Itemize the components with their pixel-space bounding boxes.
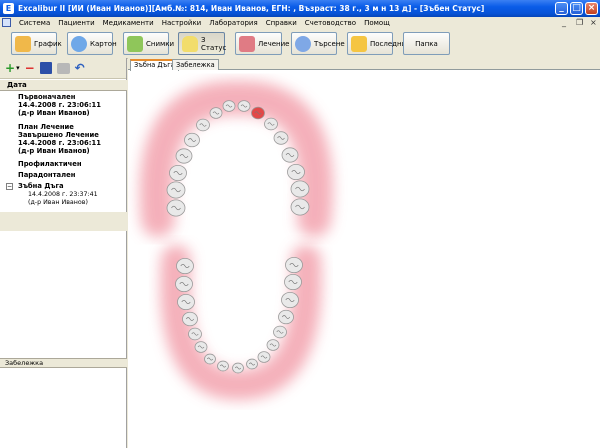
star-icon [351, 35, 367, 52]
minimize-button[interactable]: _ [555, 2, 568, 15]
document-icon[interactable] [2, 18, 11, 27]
add-icon[interactable]: + [5, 62, 15, 74]
chart-card-button[interactable]: Картон [67, 32, 117, 55]
calendar-icon [15, 35, 31, 52]
menu-reports[interactable]: Справки [262, 19, 301, 27]
tab-strip: Зъбна Дъга Забележка [128, 58, 600, 71]
xrays-button-label: Снимки [146, 39, 175, 48]
app-icon: E [3, 3, 14, 14]
maximize-button[interactable]: □ [570, 2, 583, 15]
search-button-label: Търсене [314, 39, 345, 48]
tree-node-initial[interactable]: Първоначален [18, 93, 75, 101]
selected-row-highlight [0, 212, 127, 231]
schedule-button-label: График [34, 39, 62, 48]
recent-button[interactable]: Последни [347, 32, 406, 55]
xray-icon [127, 35, 143, 52]
treatment-button-label: Лечение [258, 39, 290, 48]
search-button[interactable]: Търсене [291, 32, 345, 55]
tree-node-dental-arch-date[interactable]: 14.4.2008 г. 23:37:41 [28, 191, 98, 199]
tree-node-initial-date: 14.4.2008 г. 23:06:11 [18, 101, 101, 109]
folder-button-label: Папка [415, 39, 438, 48]
folder-button[interactable]: Папка [403, 32, 450, 55]
search-icon [295, 35, 311, 52]
mdi-minimize-button[interactable]: _ [562, 18, 566, 27]
tree-header: Дата [0, 80, 127, 91]
chart-card-button-label: Картон [90, 39, 117, 48]
treatment-button[interactable]: Лечение [235, 32, 289, 55]
menu-system[interactable]: Система [15, 19, 54, 27]
tree-node-preventive[interactable]: Профилактичен [18, 160, 82, 168]
save-icon[interactable] [39, 62, 52, 74]
close-button[interactable]: × [585, 2, 598, 15]
tree-node-dental-arch-doctor[interactable]: (д-р Иван Иванов) [28, 199, 88, 207]
tree-collapse-toggle[interactable]: − [6, 183, 13, 190]
tree-node-periodontal[interactable]: Парадонтален [18, 171, 75, 179]
tree-node-initial-doctor: (д-р Иван Иванов) [18, 109, 90, 117]
tree-node-completed[interactable]: Завършено Лечение [18, 131, 99, 139]
patient-icon [71, 35, 87, 52]
mdi-restore-button[interactable]: ❐ [576, 18, 583, 27]
title-bar: E Excalibur II [ИИ (Иван Иванов)][Амб.№:… [0, 0, 600, 17]
tree-node-completed-date: 14.4.2008 г. 23:06:11 [18, 139, 101, 147]
menu-bar: Система Пациенти Медикаменти Настройки Л… [0, 17, 600, 28]
notes-area[interactable] [0, 369, 126, 448]
window-title: Excalibur II [ИИ (Иван Иванов)][Амб.№: 8… [18, 4, 485, 13]
main-area: Зъбна Дъга Забележка [128, 58, 600, 448]
menu-accounting[interactable]: Счетоводство [301, 19, 360, 27]
add-dropdown-icon[interactable]: ▾ [16, 64, 20, 72]
tooth-icon [182, 35, 198, 52]
tab-notes[interactable]: Забележка [172, 59, 219, 70]
undo-icon[interactable]: ↶ [75, 62, 85, 74]
treatment-icon [239, 35, 255, 52]
tree-toolbar: + ▾ − ↶ [0, 58, 126, 79]
tree-node-completed-doctor: (д-р Иван Иванов) [18, 147, 90, 155]
menu-patients[interactable]: Пациенти [54, 19, 98, 27]
dental-status-button-label: З Статус [201, 35, 227, 52]
tree-node-dental-arch[interactable]: Зъбна Дъга [18, 182, 64, 190]
notes-header: Забележка [0, 358, 127, 368]
menu-medicaments[interactable]: Медикаменти [99, 19, 158, 27]
dental-chart[interactable] [128, 70, 600, 448]
xrays-button[interactable]: Снимки [123, 32, 174, 55]
menu-settings[interactable]: Настройки [158, 19, 206, 27]
recent-button-label: Последни [370, 39, 407, 48]
print-icon[interactable] [56, 62, 70, 74]
tree-node-plan[interactable]: План Лечение [18, 123, 74, 131]
mdi-close-button[interactable]: × [590, 18, 597, 27]
menu-help[interactable]: Помощ [360, 19, 394, 27]
schedule-button[interactable]: График [11, 32, 62, 55]
dental-status-button[interactable]: З Статус [178, 32, 227, 55]
left-panel: + ▾ − ↶ Дата Първоначален 14.4.2008 г. 2… [0, 58, 127, 448]
menu-laboratory[interactable]: Лаборатория [205, 19, 261, 27]
main-toolbar: График Картон Снимки З Статус Лечение Тъ… [0, 29, 600, 59]
remove-icon[interactable]: − [25, 62, 35, 74]
